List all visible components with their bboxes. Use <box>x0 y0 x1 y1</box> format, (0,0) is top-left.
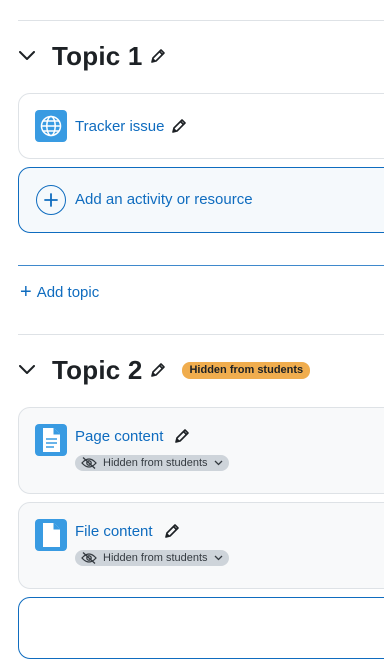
visibility-dropdown[interactable]: Hidden from students <box>75 455 229 471</box>
topic-2-header: Topic 2 Hidden from students <box>18 350 311 390</box>
activity-card: Tracker issue <box>18 93 384 159</box>
chevron-down-icon[interactable] <box>18 361 36 379</box>
pencil-icon[interactable] <box>171 118 187 134</box>
pencil-icon[interactable] <box>174 428 190 444</box>
visibility-label: Hidden from students <box>103 552 208 564</box>
pencil-icon[interactable] <box>150 362 166 378</box>
add-topic-divider <box>18 265 384 266</box>
eye-slash-icon <box>81 457 97 469</box>
activity-card <box>18 597 384 659</box>
chevron-down-icon[interactable] <box>18 47 36 65</box>
activity-card: File content Hidden from students <box>18 502 384 589</box>
activity-link[interactable]: Page content <box>75 428 163 445</box>
topic-title[interactable]: Topic 1 <box>52 41 142 72</box>
topic-1-header: Topic 1 <box>18 36 166 76</box>
activity-link[interactable]: File content <box>75 523 153 540</box>
pencil-icon[interactable] <box>164 523 180 539</box>
file-icon <box>35 519 67 551</box>
section-divider <box>18 20 384 21</box>
eye-slash-icon <box>81 552 97 564</box>
visibility-dropdown[interactable]: Hidden from students <box>75 550 229 566</box>
plus-icon: + <box>20 281 32 303</box>
add-activity-button[interactable]: Add an activity or resource <box>18 167 384 233</box>
pencil-icon[interactable] <box>150 48 166 64</box>
activity-link[interactable]: Tracker issue <box>75 118 164 135</box>
section-divider <box>18 334 384 335</box>
hidden-status-badge: Hidden from students <box>182 361 311 379</box>
plus-circle-icon <box>36 185 66 215</box>
add-topic-button[interactable]: + Add topic <box>20 281 100 303</box>
chevron-down-icon <box>214 555 223 561</box>
globe-icon <box>35 110 67 142</box>
visibility-label: Hidden from students <box>103 457 208 469</box>
add-activity-label: Add an activity or resource <box>75 191 253 208</box>
page-icon <box>35 424 67 456</box>
topic-title[interactable]: Topic 2 <box>52 355 142 386</box>
chevron-down-icon <box>214 460 223 466</box>
activity-card: Page content Hidden from students <box>18 407 384 494</box>
add-topic-label: Add topic <box>36 283 100 301</box>
